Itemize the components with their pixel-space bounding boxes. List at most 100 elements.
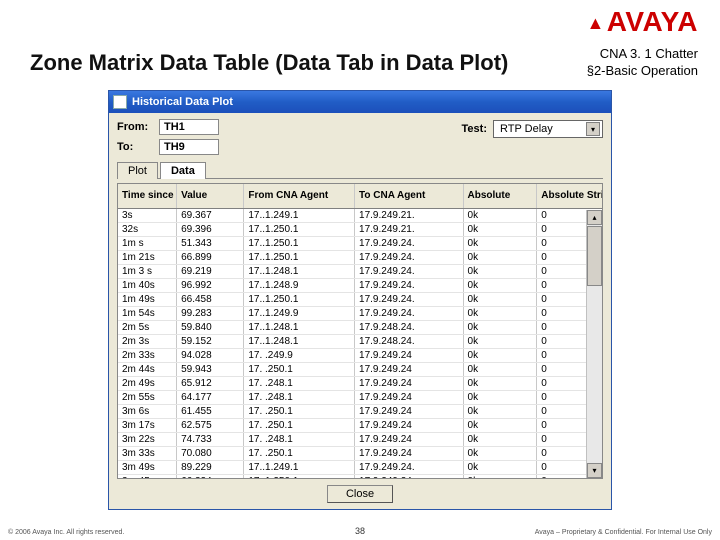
table-cell: 0k [463, 236, 537, 250]
tab-data[interactable]: Data [160, 162, 206, 179]
table-row[interactable]: 3m 49s89.22917..1.249.117.9.249.24.0k0Su… [118, 460, 603, 474]
table-cell: 17..1.249.1 [244, 460, 355, 474]
test-dropdown[interactable]: RTP Delay ▾ [493, 120, 603, 138]
table-row[interactable]: 2m 33s94.02817. .249.917.9.249.24 0k0Cre… [118, 348, 603, 362]
chevron-down-icon: ▾ [586, 122, 600, 136]
historical-data-plot-window: Historical Data Plot From: TH1 Test: RTP… [108, 90, 612, 510]
table-row[interactable]: 1m 40s96.99217..1.248.917.9.249.24.0k0Su… [118, 278, 603, 292]
table-cell: 99.283 [177, 306, 244, 320]
table-cell: 3m 33s [118, 446, 177, 460]
table-cell: 89.229 [177, 460, 244, 474]
table-row[interactable]: 3m 45s66.32417..1.250.117.9.249.24.0k0Su… [118, 474, 603, 479]
table-cell: 2m 3s [118, 334, 177, 348]
table-cell: 17..1.250.1 [244, 222, 355, 236]
table-cell: 1m 21s [118, 250, 177, 264]
table-row[interactable]: 1m 21s66.89917..1.250.117.9.249.24.0k0Su… [118, 250, 603, 264]
table-row[interactable]: 2m 3s59.15217..1.248.117.9.248.24.0k0Suc… [118, 334, 603, 348]
from-label: From: [117, 121, 159, 133]
table-row[interactable]: 2m 44s59.94317. .250.117.9.249.24 0k0Cre… [118, 362, 603, 376]
table-cell: 3m 6s [118, 404, 177, 418]
table-cell: 59.152 [177, 334, 244, 348]
col-absolute[interactable]: Absolute [463, 184, 537, 208]
table-cell: 59.840 [177, 320, 244, 334]
vertical-scrollbar[interactable]: ▴ ▾ [586, 210, 602, 478]
window-title: Historical Data Plot [132, 96, 233, 108]
table-cell: 70.080 [177, 446, 244, 460]
table-cell: 0k [463, 362, 537, 376]
table-cell: 0k [463, 348, 537, 362]
table-cell: 17.9.249.24 [355, 376, 464, 390]
table-cell: 1m 3 s [118, 264, 177, 278]
col-from[interactable]: From CNA Agent [244, 184, 355, 208]
table-cell: 17. .249.9 [244, 348, 355, 362]
table-cell: 17.9.249.24 [355, 418, 464, 432]
tab-plot[interactable]: Plot [117, 162, 158, 179]
from-value: TH1 [159, 119, 219, 135]
table-cell: 17.9.249.24. [355, 250, 464, 264]
scroll-up-icon[interactable]: ▴ [587, 210, 602, 225]
scrollbar-thumb[interactable] [587, 226, 602, 286]
test-label: Test: [462, 123, 487, 135]
table-cell: 2m 33s [118, 348, 177, 362]
col-value[interactable]: Value [177, 184, 244, 208]
table-cell: 17..1.250.1 [244, 292, 355, 306]
table-cell: 0k [463, 446, 537, 460]
table-cell: 3m 45s [118, 474, 177, 479]
table-cell: 17..1.249.1 [244, 208, 355, 222]
table-row[interactable]: 1m 54s99.28317..1.249.917.9.249.24.0k0Su… [118, 306, 603, 320]
table-cell: 0k [463, 320, 537, 334]
table-row[interactable]: 1m s51.34317..1.250.117.9.249.24.0k0Succ [118, 236, 603, 250]
table-cell: 17..1.249.9 [244, 306, 355, 320]
table-row[interactable]: 2m 49s65.91217. .248.117.9.249.24 0k0Cre… [118, 376, 603, 390]
table-cell: 1m 49s [118, 292, 177, 306]
table-row[interactable]: 1m 49s66.45817..1.250.117.9.249.24.0k0Su… [118, 292, 603, 306]
table-cell: 2m 44s [118, 362, 177, 376]
table-cell: 66.324 [177, 474, 244, 479]
window-titlebar[interactable]: Historical Data Plot [109, 91, 611, 113]
table-row[interactable]: 2m 5s59.84017..1.248.117.9.248.24.0k0Suc… [118, 320, 603, 334]
table-cell: 61.455 [177, 404, 244, 418]
table-cell: 64.177 [177, 390, 244, 404]
table-cell: 17. .248.1 [244, 390, 355, 404]
table-row[interactable]: 3m 6s61.45517. .250.117.9.249.24 0k0Cree [118, 404, 603, 418]
table-cell: 51.343 [177, 236, 244, 250]
table-cell: 17..1.250.1 [244, 474, 355, 479]
table-row[interactable]: 3m 33s70.08017. .250.117.9.249.24 0k0Cre… [118, 446, 603, 460]
table-cell: 0k [463, 208, 537, 222]
table-cell: 17.9.249.24 [355, 362, 464, 376]
scroll-down-icon[interactable]: ▾ [587, 463, 602, 478]
table-cell: 1m 54s [118, 306, 177, 320]
col-to[interactable]: To CNA Agent [355, 184, 464, 208]
logo-triangle-icon: ▲ [586, 13, 604, 34]
table-cell: 17..1.248.1 [244, 334, 355, 348]
table-cell: 69.367 [177, 208, 244, 222]
tab-bar: Plot Data [117, 161, 603, 179]
table-cell: 1m 40s [118, 278, 177, 292]
table-row[interactable]: 1m 3 s69.21917..1.248.117.9.249.24.0k0Su… [118, 264, 603, 278]
col-absolute-strikes[interactable]: Absolute Strikes [537, 184, 603, 208]
table-row[interactable]: 3m 17s62.57517. .250.117.9.249.24 0k0Cre… [118, 418, 603, 432]
table-row[interactable]: 2m 55s64.17717. .248.117.9.249.24 0k0Cre… [118, 390, 603, 404]
table-cell: 0k [463, 250, 537, 264]
table-cell: 69.219 [177, 264, 244, 278]
table-cell: 17..1.248.1 [244, 264, 355, 278]
table-cell: 74.733 [177, 432, 244, 446]
table-cell: 17..1.250.1 [244, 236, 355, 250]
table-cell: 17. .250.1 [244, 446, 355, 460]
table-row[interactable]: 3m 22s74.73317. .248.117.9.249.24 0k0Cre… [118, 432, 603, 446]
window-icon [113, 95, 127, 109]
table-cell: 94.028 [177, 348, 244, 362]
table-cell: 17.9.249.24 [355, 446, 464, 460]
table-row[interactable]: 3s69.36717..1.249.117.9.249.21.0k0Succ [118, 208, 603, 222]
window-body: From: TH1 Test: RTP Delay ▾ To: TH9 Plot… [109, 113, 611, 183]
close-button[interactable]: Close [327, 485, 393, 503]
table-cell: 17..1.250.1 [244, 250, 355, 264]
table-cell: 17.9.249.24 [355, 348, 464, 362]
col-time[interactable]: Time since [118, 184, 177, 208]
footer-confidential: Avaya – Proprietary & Confidential. For … [535, 529, 712, 536]
data-table-wrap: Time since Value From CNA Agent To CNA A… [117, 183, 603, 479]
table-cell: 1m s [118, 236, 177, 250]
table-cell: 59.943 [177, 362, 244, 376]
table-row[interactable]: 32s69.39617..1.250.117.9.249.21.0k0Succ [118, 222, 603, 236]
table-cell: 17.9.249.24 [355, 390, 464, 404]
